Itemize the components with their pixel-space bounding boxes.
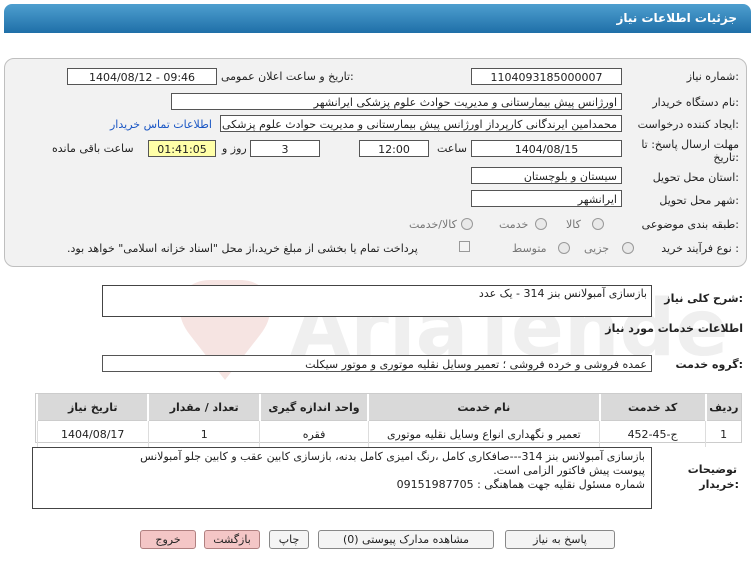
creator-label: ایجاد کننده درخواست:	[637, 118, 739, 131]
deadline-label: مهلت ارسال پاسخ: تا	[641, 138, 739, 151]
city-field[interactable]: ایرانشهر	[471, 190, 622, 207]
buyer-org-label: نام دستگاه خریدار:	[652, 96, 739, 109]
col-unit-header: واحد اندازه گیری	[258, 394, 369, 421]
announce-field[interactable]: 1404/08/12 - 09:46	[67, 68, 217, 85]
page-header: جزئیات اطلاعات نیاز	[4, 4, 751, 33]
col-row-header: ردیف	[704, 394, 741, 421]
days-label: روز و	[222, 142, 247, 155]
time-label: ساعت	[437, 142, 467, 155]
service-group-label: گروه خدمت:	[675, 358, 743, 371]
creator-field[interactable]: محمدامین ایرندگانی کارپرداز اورژانس پیش …	[220, 115, 622, 132]
province-field[interactable]: سیستان و بلوچستان	[471, 167, 622, 184]
exit-button[interactable]: خروج	[140, 530, 196, 549]
notes-label: توضیحات	[687, 463, 737, 476]
province-label: استان محل تحویل:	[652, 171, 739, 184]
col-name-header: نام خدمت	[367, 394, 600, 421]
cell-unit: فقره	[259, 420, 369, 447]
notes-line-2: پیوست پیش فاکتور الزامی است.	[493, 464, 645, 477]
category-label: طبقه بندی موضوعی:	[641, 218, 739, 231]
page-title: جزئیات اطلاعات نیاز	[616, 11, 737, 25]
category-option-service: خدمت	[499, 218, 529, 231]
cell-code: ج-45-452	[599, 420, 706, 447]
remaining-time-field: 01:41:05	[148, 140, 216, 157]
notes-line-3: شماره مسئول نقلیه جهت هماهنگی : 09151987…	[396, 478, 645, 491]
city-label: شهر محل تحویل:	[659, 194, 739, 207]
summary-field[interactable]: بازسازی آمبولانس بنز 314 - یک عدد	[102, 285, 652, 317]
category-radio-goods[interactable]	[592, 218, 604, 230]
services-table: ردیف کد خدمت نام خدمت واحد اندازه گیری ت…	[35, 394, 741, 447]
treasury-checkbox[interactable]	[459, 241, 470, 252]
deadline-time-field[interactable]: 12:00	[359, 140, 429, 157]
table-row[interactable]: 1 ج-45-452 تعمیر و نگهداری انواع وسایل ن…	[36, 420, 741, 447]
cell-name: تعمیر و نگهداری انواع وسایل نقلیه موتوری	[367, 420, 600, 447]
announce-label: تاریخ و ساعت اعلان عمومی:	[221, 70, 354, 83]
service-group-field[interactable]: عمده فروشی و خرده فروشی ؛ تعمیر وسایل نق…	[102, 355, 652, 372]
cell-qty: 1	[147, 420, 260, 447]
col-code-header: کد خدمت	[598, 394, 706, 421]
info-panel	[4, 58, 747, 267]
reply-button[interactable]: پاسخ به نیاز	[505, 530, 615, 549]
process-radio-minor[interactable]	[622, 242, 634, 254]
deadline-label-date: تاریخ:	[713, 151, 739, 164]
print-button[interactable]: چاپ	[269, 530, 309, 549]
process-label: نوع فرآیند خرید :	[661, 242, 739, 255]
remaining-label: ساعت باقی مانده	[52, 142, 134, 155]
category-option-both: کالا/خدمت	[409, 218, 457, 231]
table-header-row: ردیف کد خدمت نام خدمت واحد اندازه گیری ت…	[35, 394, 741, 421]
process-radio-medium[interactable]	[558, 242, 570, 254]
notes-label-2: خریدار:	[699, 478, 739, 491]
cell-date: 1404/08/17	[36, 420, 149, 447]
buyer-org-field[interactable]: اورژانس پیش بیمارستانی و مدیریت حوادث عل…	[171, 93, 622, 110]
need-number-field[interactable]: 1104093185000007	[471, 68, 622, 85]
col-date-header: تاریخ نیاز	[35, 394, 149, 421]
back-button[interactable]: بازگشت	[204, 530, 260, 549]
cell-row: 1	[705, 420, 741, 447]
view-attachments-button[interactable]: مشاهده مدارک پیوستی (0)	[318, 530, 494, 549]
category-radio-both[interactable]	[461, 218, 473, 230]
summary-label: شرح کلی نیاز:	[664, 292, 743, 305]
notes-field[interactable]: بازسازی آمبولانس بنز 314---صافکاری کامل …	[32, 447, 652, 509]
contact-info-link[interactable]: اطلاعات تماس خریدار	[110, 118, 212, 131]
category-radio-service[interactable]	[535, 218, 547, 230]
services-table-wrap: ردیف کد خدمت نام خدمت واحد اندازه گیری ت…	[35, 393, 742, 447]
summary-text: بازسازی آمبولانس بنز 314 - یک عدد	[478, 287, 647, 300]
days-field[interactable]: 3	[250, 140, 320, 157]
process-option-medium: متوسط	[512, 242, 547, 255]
col-qty-header: تعداد / مقدار	[147, 394, 260, 421]
category-option-goods: کالا	[566, 218, 581, 231]
need-number-label: شماره نیاز:	[686, 70, 739, 83]
notes-line-1: بازسازی آمبولانس بنز 314---صافکاری کامل …	[140, 450, 645, 463]
process-option-minor: جزیی	[584, 242, 610, 255]
services-section-title: اطلاعات خدمات مورد نیاز	[605, 322, 743, 335]
payment-note: پرداخت تمام یا بخشی از مبلغ خرید،از محل …	[67, 242, 418, 255]
deadline-date-field[interactable]: 1404/08/15	[471, 140, 622, 157]
